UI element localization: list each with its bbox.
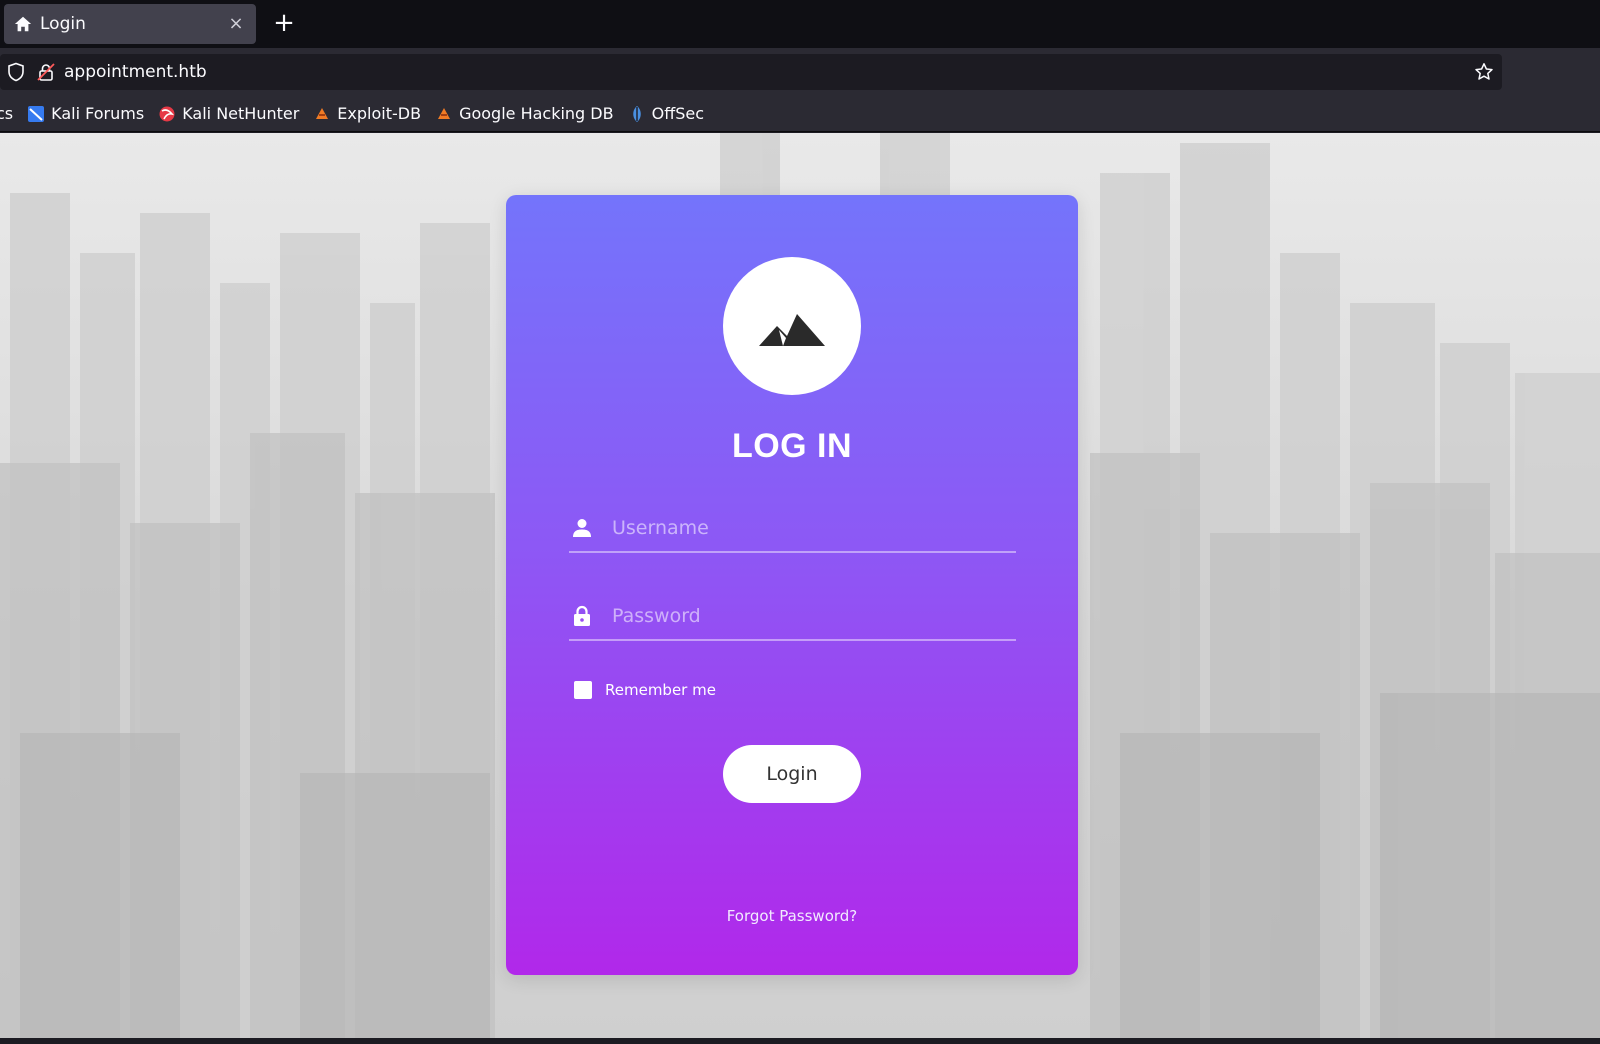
bookmark-label: Google Hacking DB: [459, 104, 614, 123]
bookmark-label: OffSec: [651, 104, 705, 123]
logo-avatar: [723, 257, 861, 395]
bookmark-kali-forums[interactable]: Kali Forums: [27, 104, 144, 123]
password-input[interactable]: [612, 605, 992, 627]
bookmark-star-icon[interactable]: [1474, 62, 1494, 82]
mountain-icon: [759, 314, 825, 346]
bookmark-ghdb[interactable]: Google Hacking DB: [435, 104, 614, 123]
login-button[interactable]: Login: [723, 745, 861, 803]
remember-label: Remember me: [605, 681, 716, 699]
ghdb-icon: [438, 107, 451, 119]
tab-login[interactable]: Login ×: [4, 4, 256, 44]
close-icon[interactable]: ×: [226, 14, 246, 34]
bookmark-kali-docs[interactable]: cs: [0, 104, 13, 123]
bookmark-label: cs: [0, 104, 14, 123]
password-field[interactable]: [569, 593, 1016, 641]
bookmark-label: Kali Forums: [51, 104, 145, 123]
username-input[interactable]: [612, 517, 992, 539]
bookmarks-toolbar: cs Kali Forums Kali NetHunter Exploit-DB…: [0, 96, 1600, 132]
forgot-password-link[interactable]: Forgot Password?: [506, 907, 1078, 925]
bookmark-label: Exploit-DB: [337, 104, 422, 123]
tab-title: Login: [40, 14, 86, 34]
bookmark-offsec[interactable]: OffSec: [628, 104, 704, 123]
kali-forums-icon: [28, 105, 45, 122]
login-card: LOG IN Remember me Login Forgot Password…: [506, 195, 1078, 975]
bookmark-kali-nethunter[interactable]: Kali NetHunter: [158, 104, 299, 123]
exploit-db-icon: [316, 107, 329, 119]
remember-checkbox[interactable]: [574, 681, 592, 699]
home-icon: [14, 16, 32, 32]
shield-icon[interactable]: [6, 62, 26, 82]
bottom-edge: [0, 1038, 1600, 1044]
url-bar[interactable]: appointment.htb: [0, 54, 1502, 90]
bookmark-exploit-db[interactable]: Exploit-DB: [313, 104, 421, 123]
lock-icon[interactable]: [36, 62, 56, 82]
offsec-icon: [632, 105, 641, 122]
kali-nethunter-icon: [159, 106, 175, 121]
user-icon: [573, 519, 591, 537]
nav-bar: appointment.htb: [0, 48, 1600, 96]
lock-icon: [574, 605, 590, 626]
login-title: LOG IN: [731, 427, 853, 465]
page-viewport: LOG IN Remember me Login Forgot Password…: [0, 133, 1600, 1038]
bookmark-label: Kali NetHunter: [182, 104, 300, 123]
tab-bar: Login × +: [0, 0, 1600, 48]
remember-me[interactable]: Remember me: [574, 681, 716, 699]
url-text[interactable]: appointment.htb: [64, 62, 207, 82]
username-field[interactable]: [569, 505, 1016, 553]
new-tab-button[interactable]: +: [268, 8, 300, 40]
